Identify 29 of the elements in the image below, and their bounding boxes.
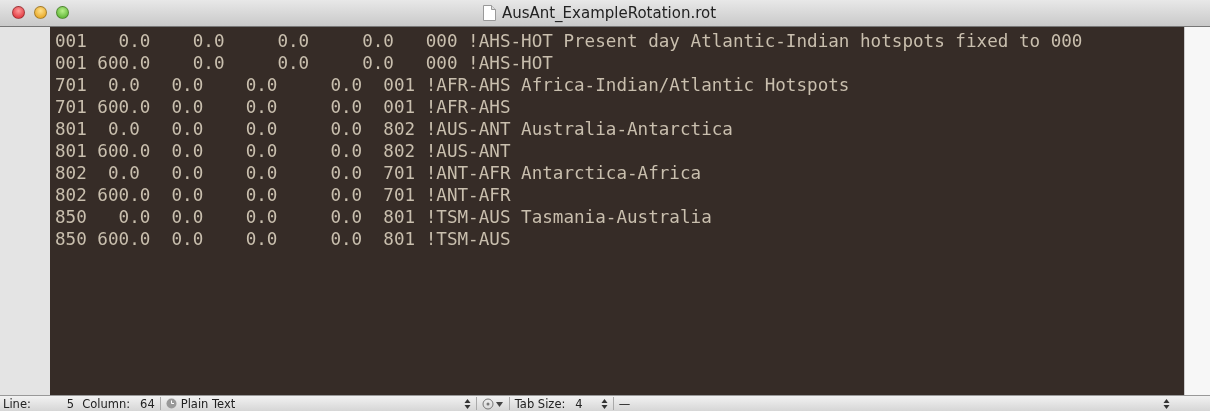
document-icon	[482, 4, 496, 21]
line-value: 5	[66, 396, 75, 411]
zoom-button[interactable]	[56, 6, 69, 20]
code-line: 701 600.0 0.0 0.0 0.0 001 !AFR-AHS	[55, 95, 512, 118]
column-value: 64	[140, 396, 155, 411]
minimize-button[interactable]	[34, 6, 47, 20]
syntax-popup[interactable]: Plain Text	[180, 396, 471, 411]
window-title: AusAnt_ExampleRotation.rot	[501, 3, 717, 22]
line-label: Line:	[3, 396, 31, 411]
close-button[interactable]	[12, 6, 25, 20]
code-line: 701 0.0 0.0 0.0 0.0 001 !AFR-AHS Africa-Indian/Atlantic Hotspots	[55, 73, 851, 96]
code-line: 802 600.0 0.0 0.0 0.0 701 !ANT-AFR	[55, 183, 512, 206]
code-line: 001 600.0 0.0 0.0 0.0 000 !AHS-HOT	[55, 51, 554, 74]
column-label: Column:	[82, 396, 131, 411]
text-editor[interactable]	[50, 26, 1184, 396]
stepper-icon[interactable]	[1163, 397, 1170, 410]
stepper-icon[interactable]	[463, 397, 471, 410]
code-line: 802 0.0 0.0 0.0 0.0 701 !ANT-AFR Antarctica-Africa	[55, 161, 703, 184]
code-line: 850 600.0 0.0 0.0 0.0 801 !TSM-AUS	[55, 227, 512, 250]
code-line: 801 600.0 0.0 0.0 0.0 802 !AUS-ANT	[55, 139, 512, 162]
gear-menu-icon[interactable]	[481, 397, 504, 410]
code-line: 850 0.0 0.0 0.0 0.0 801 !TSM-AUS Tasmania-Australia	[55, 205, 713, 228]
code-line: 801 0.0 0.0 0.0 0.0 802 !AUS-ANT Australia-Antarctica	[55, 117, 734, 140]
stepper-icon[interactable]	[600, 397, 608, 410]
tab-size-popup[interactable]: 4	[575, 396, 608, 411]
code-line: 001 0.0 0.0 0.0 0.0 000 !AHS-HOT Present day Atlantic-Indian hotspots fixed to 000	[55, 29, 1084, 52]
symbol-popup[interactable]: —	[618, 396, 1170, 411]
tab-size-label: Tab Size:	[514, 396, 566, 411]
scroll-bar[interactable]	[1184, 26, 1210, 396]
